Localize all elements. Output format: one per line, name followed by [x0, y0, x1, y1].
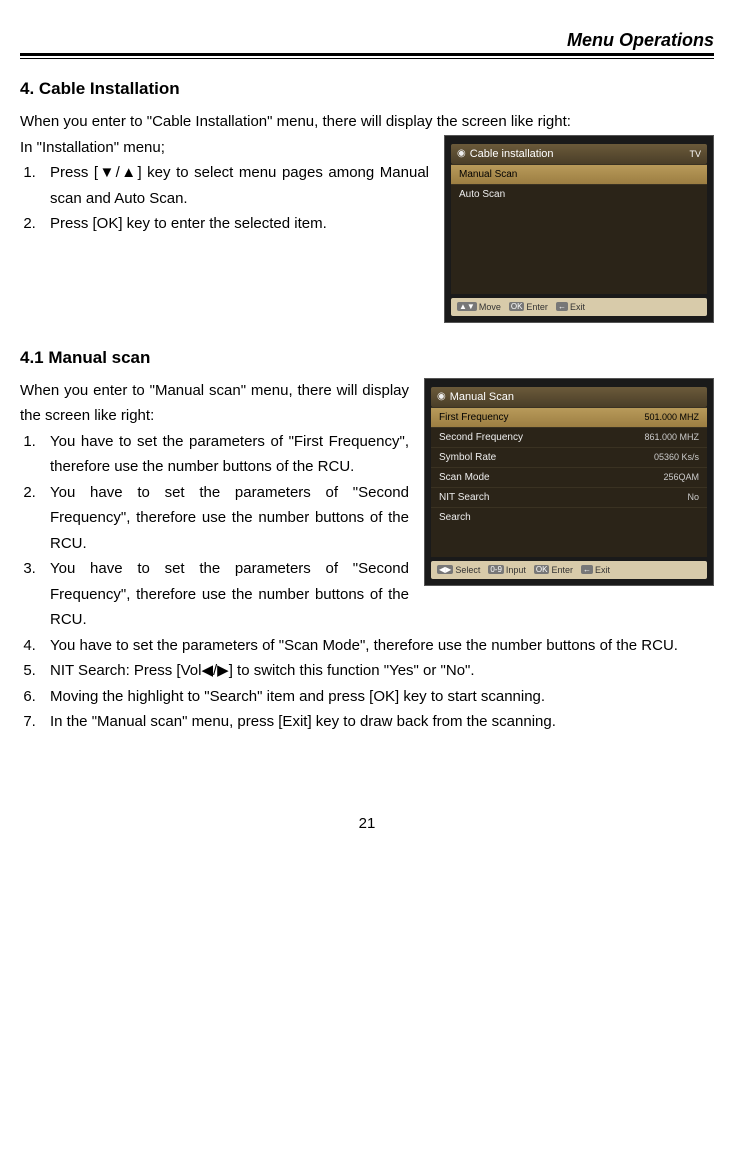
section-4-intro: When you enter to "Cable Installation" m… — [20, 109, 714, 135]
screenshot-footer: ◀▶Select 0-9Input OKEnter ←Exit — [431, 561, 707, 579]
list-item: Moving the highlight to "Search" item an… — [40, 684, 714, 710]
header-divider — [20, 53, 714, 59]
footer-hint: OKEnter — [509, 302, 548, 312]
footer-hint: ▲▼Move — [457, 302, 501, 312]
screenshot-title: Manual Scan — [450, 391, 514, 403]
screenshot-menu-item: Manual Scan — [451, 164, 707, 184]
screenshot-row: Scan Mode256QAM — [431, 467, 707, 487]
screenshot-titlebar: Cable installation TV — [451, 144, 707, 164]
screenshot-manual-scan: Manual Scan First Frequency501.000 MHZ S… — [424, 378, 714, 586]
screenshot-titlebar: Manual Scan — [431, 387, 707, 407]
footer-hint: 0-9Input — [488, 565, 526, 575]
footer-hint: OKEnter — [534, 565, 573, 575]
screenshot-footer: ▲▼Move OKEnter ←Exit — [451, 298, 707, 316]
screenshot-cable-installation: Cable installation TV Manual Scan Auto S… — [444, 135, 714, 323]
screenshot-row: First Frequency501.000 MHZ — [431, 407, 707, 427]
footer-hint: ←Exit — [556, 302, 585, 312]
screenshot-row: NIT SearchNo — [431, 487, 707, 507]
section-4-heading: 4. Cable Installation — [20, 79, 714, 99]
screenshot-tag: TV — [689, 149, 701, 159]
list-item: In the "Manual scan" menu, press [Exit] … — [40, 709, 714, 735]
section-41-heading: 4.1 Manual scan — [20, 348, 714, 368]
footer-hint: ←Exit — [581, 565, 610, 575]
screenshot-row: Symbol Rate05360 Ks/s — [431, 447, 707, 467]
list-item: You have to set the parameters of "Scan … — [40, 633, 714, 659]
screenshot-title: Cable installation — [470, 148, 554, 160]
screenshot-row: Second Frequency861.000 MHZ — [431, 427, 707, 447]
screenshot-menu-item: Auto Scan — [451, 184, 707, 204]
page-header: Menu Operations — [20, 30, 714, 53]
page-number: 21 — [20, 815, 714, 832]
footer-hint: ◀▶Select — [437, 565, 480, 575]
screenshot-row: Search — [431, 507, 707, 527]
list-item: NIT Search: Press [Vol◀/▶] to switch thi… — [40, 658, 714, 684]
